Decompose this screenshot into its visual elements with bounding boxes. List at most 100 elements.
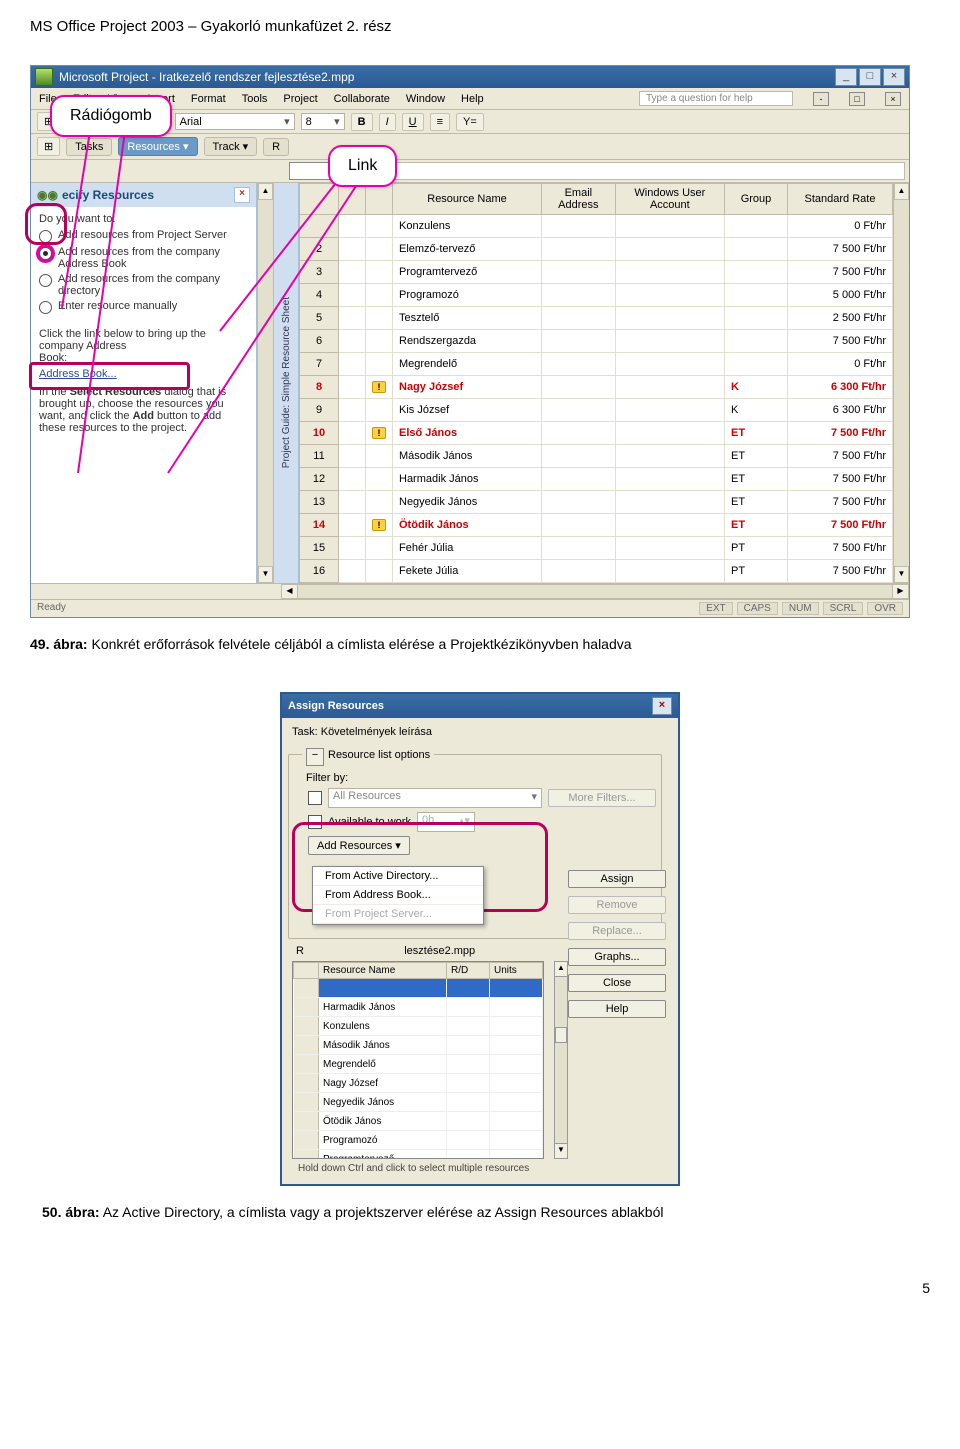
status-ovr: OVR — [867, 602, 903, 615]
radio-option-0[interactable]: Add resources from Project Server — [39, 229, 246, 243]
sidebar-vertical-tab[interactable]: Project Guide: Simple Resource Sheet — [273, 183, 299, 583]
title-bar: Microsoft Project - Iratkezelő rendszer … — [31, 66, 909, 88]
table-row[interactable]: 16Fekete JúliaPT7 500 Ft/hr — [300, 560, 893, 583]
menu-format[interactable]: Format — [191, 93, 226, 105]
table-row[interactable]: 4Programozó5 000 Ft/hr — [300, 284, 893, 307]
list-item[interactable] — [294, 979, 543, 998]
figure-1: Rádiógomb Link Microsoft Project - Iratk… — [30, 65, 910, 618]
add-resources-button[interactable]: Add Resources ▾ — [308, 836, 410, 855]
child-close[interactable]: × — [885, 92, 901, 106]
radio-option-2[interactable]: Add resources from the company directory — [39, 273, 246, 297]
assign-resources-dialog: Assign Resources × Task: Követelmények l… — [280, 692, 680, 1186]
table-row[interactable]: 14 ! Ötödik JánosET7 500 Ft/hr — [300, 514, 893, 537]
collapse-button[interactable]: − — [306, 748, 324, 766]
callout-link: Link — [328, 145, 397, 187]
list-item[interactable]: Programozó — [294, 1131, 543, 1150]
guide-close-button[interactable]: × — [234, 187, 250, 203]
italic-button[interactable]: I — [379, 113, 396, 131]
guide-scrollbar[interactable]: ▲▼ — [257, 183, 273, 583]
document-header: MS Office Project 2003 – Gyakorló munkaf… — [30, 18, 930, 35]
remove-button[interactable]: Remove — [568, 896, 666, 914]
status-ext: EXT — [699, 602, 732, 615]
guide-intro: Do you want to: — [39, 213, 246, 225]
tab-track[interactable]: Track ▾ — [204, 137, 258, 156]
list-item[interactable]: Konzulens — [294, 1017, 543, 1036]
formula-bar — [31, 160, 909, 183]
grid-scrollbar[interactable]: ▲▼ — [893, 183, 909, 583]
help-search-input[interactable]: Type a question for help — [639, 91, 793, 106]
tab-resources[interactable]: Resources ▾ — [118, 137, 197, 156]
resource-grid[interactable]: Resource NameEmail AddressWindows User A… — [299, 183, 893, 583]
fx-button[interactable]: Y= — [456, 113, 484, 131]
callout-radio: Rádiógomb — [50, 95, 172, 137]
radio-option-1[interactable]: Add resources from the company Address B… — [39, 246, 246, 270]
bold-button[interactable]: B — [351, 113, 373, 131]
menu-tools[interactable]: Tools — [242, 93, 268, 105]
close-button[interactable]: × — [883, 68, 905, 86]
filter-combo[interactable]: All Resources▾ — [328, 788, 542, 808]
address-book-link[interactable]: Address Book... — [39, 368, 117, 380]
status-bar: Ready EXT CAPS NUM SCRL OVR — [31, 599, 909, 617]
list-item[interactable]: Ötödik János — [294, 1112, 543, 1131]
list-item[interactable]: Negyedik János — [294, 1093, 543, 1112]
list-scrollbar[interactable]: ▲ ▼ — [554, 961, 568, 1159]
status-caps: CAPS — [737, 602, 778, 615]
table-row[interactable]: 15Fehér JúliaPT7 500 Ft/hr — [300, 537, 893, 560]
list-item[interactable]: Nagy József — [294, 1074, 543, 1093]
table-row[interactable]: 12Harmadik JánosET7 500 Ft/hr — [300, 468, 893, 491]
assign-button[interactable]: Assign — [568, 870, 666, 888]
view-tabs: ⊞ Tasks Resources ▾ Track ▾ R — [31, 134, 909, 160]
maximize-button[interactable]: □ — [859, 68, 881, 86]
caption-50: 50. ábra: Az Active Directory, a címlist… — [30, 1204, 930, 1220]
list-item[interactable]: Második János — [294, 1036, 543, 1055]
table-row[interactable]: 10 ! Első JánosET7 500 Ft/hr — [300, 422, 893, 445]
list-item[interactable]: Programtervező — [294, 1150, 543, 1160]
menu-project[interactable]: Project — [283, 93, 317, 105]
table-row[interactable]: 6Rendszergazda7 500 Ft/hr — [300, 330, 893, 353]
underline-button[interactable]: U — [402, 113, 424, 131]
tab-tasks[interactable]: Tasks — [66, 138, 112, 156]
filter-checkbox[interactable] — [308, 791, 322, 805]
page-number: 5 — [30, 1280, 930, 1296]
table-row[interactable]: 8 ! Nagy JózsefK6 300 Ft/hr — [300, 376, 893, 399]
menu-window[interactable]: Window — [406, 93, 445, 105]
table-row[interactable]: 9Kis JózsefK6 300 Ft/hr — [300, 399, 893, 422]
menu-active-directory[interactable]: From Active Directory... — [313, 867, 483, 886]
table-row[interactable]: 3Programtervező7 500 Ft/hr — [300, 261, 893, 284]
app-window: Microsoft Project - Iratkezelő rendszer … — [30, 65, 910, 618]
tab-report[interactable]: R — [263, 138, 289, 156]
available-checkbox[interactable] — [308, 815, 322, 829]
resource-list[interactable]: Resource Name R/D Units Harmadik JánosKo… — [292, 961, 544, 1159]
dialog-hint: Hold down Ctrl and click to select multi… — [292, 1159, 668, 1176]
minimize-button[interactable]: _ — [835, 68, 857, 86]
formula-input[interactable] — [349, 162, 905, 180]
table-row[interactable]: 5Tesztelő2 500 Ft/hr — [300, 307, 893, 330]
replace-button[interactable]: Replace... — [568, 922, 666, 940]
task-label: Task: Követelmények leírása — [292, 726, 668, 738]
available-hours-input[interactable]: 0h▴▾ — [417, 812, 475, 832]
more-filters-button[interactable]: More Filters... — [548, 789, 656, 807]
dialog-close-button[interactable]: × — [652, 697, 672, 715]
table-row[interactable]: 13Negyedik JánosET7 500 Ft/hr — [300, 491, 893, 514]
font-combo[interactable]: Arial▾ — [175, 113, 295, 130]
table-row[interactable]: 2Elemző-tervező7 500 Ft/hr — [300, 238, 893, 261]
radio-option-3[interactable]: Enter resource manually — [39, 300, 246, 314]
tab-icon[interactable]: ⊞ — [37, 137, 60, 156]
child-minimize[interactable]: - — [813, 92, 829, 106]
guide-paragraph-2: In the Select Resources dialog that is b… — [39, 386, 246, 434]
status-ready: Ready — [37, 602, 66, 615]
filter-label: Filter by: — [306, 772, 658, 784]
fontsize-combo[interactable]: 8▾ — [301, 113, 345, 130]
table-row[interactable]: 7Megrendelő0 Ft/hr — [300, 353, 893, 376]
table-row[interactable]: Konzulens0 Ft/hr — [300, 215, 893, 238]
align-button[interactable]: ≡ — [430, 113, 450, 131]
table-row[interactable]: 11Második JánosET7 500 Ft/hr — [300, 445, 893, 468]
menu-help[interactable]: Help — [461, 93, 484, 105]
child-restore[interactable]: □ — [849, 92, 865, 106]
menu-address-book[interactable]: From Address Book... — [313, 886, 483, 905]
menu-collaborate[interactable]: Collaborate — [334, 93, 390, 105]
guide-pane: ◉◉ ecify Resources × Do you want to: Add… — [31, 183, 257, 583]
list-item[interactable]: Megrendelő — [294, 1055, 543, 1074]
guide-header: ◉◉ ecify Resources × — [31, 183, 256, 207]
list-item[interactable]: Harmadik János — [294, 998, 543, 1017]
